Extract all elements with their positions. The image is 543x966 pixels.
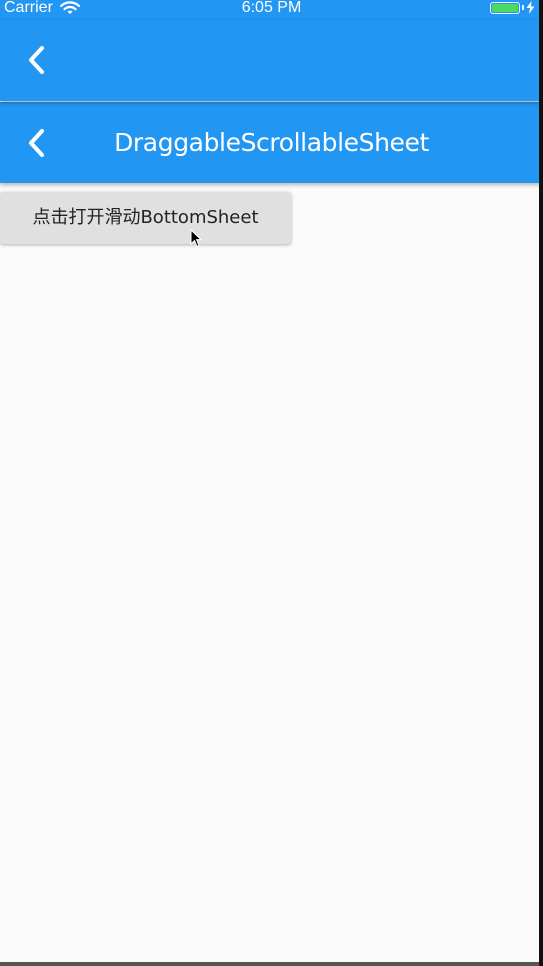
battery-tip: [522, 5, 524, 10]
mouse-cursor-icon: [190, 229, 202, 248]
status-bar: Carrier 6:05 PM: [0, 0, 543, 20]
chevron-left-icon: [29, 46, 44, 74]
open-bottom-sheet-button[interactable]: 点击打开滑动BottomSheet: [0, 192, 291, 244]
screen-bottom-edge: [0, 962, 543, 966]
back-button-outer[interactable]: [20, 43, 54, 77]
page-title: DraggableScrollableSheet: [114, 128, 429, 157]
charging-bolt-icon: [526, 1, 535, 14]
app-bar-inner: DraggableScrollableSheet: [0, 102, 543, 183]
app-bar-outer: [0, 20, 543, 101]
status-time: 6:05 PM: [241, 0, 302, 16]
battery-icon: [490, 1, 520, 14]
screen-right-edge: [539, 0, 543, 966]
status-right: [490, 1, 535, 14]
battery-level: [492, 3, 518, 12]
